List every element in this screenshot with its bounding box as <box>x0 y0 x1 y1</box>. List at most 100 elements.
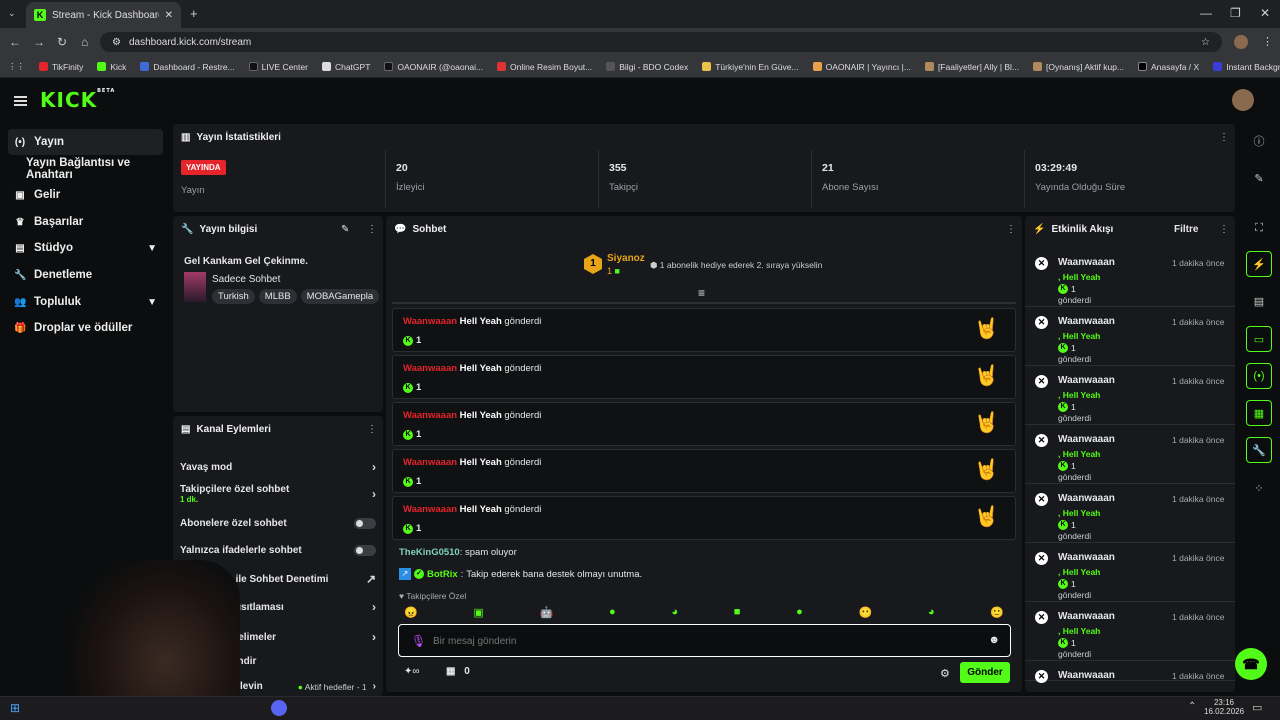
hamburger-menu-icon[interactable] <box>14 96 27 106</box>
tab-search-icon[interactable]: ⌄ <box>8 8 16 19</box>
back-icon[interactable]: ← <box>9 35 21 49</box>
chat-icon[interactable]: ▭ <box>1246 326 1272 352</box>
edit-icon[interactable]: ✎ <box>1246 165 1272 191</box>
discord-icon[interactable] <box>271 700 287 716</box>
notifications-icon[interactable]: ▭ <box>1252 701 1262 714</box>
browser-menu-icon[interactable]: ⋮ <box>1262 35 1273 48</box>
bookmark[interactable]: Instant Background... <box>1213 62 1280 72</box>
profile-avatar[interactable] <box>1234 35 1248 49</box>
emote-icon[interactable]: ◕ <box>928 606 935 619</box>
bookmark[interactable]: ChatGPT <box>321 62 370 72</box>
sidebar-item-studyo[interactable]: ▤ Stüdyo ▼ <box>8 235 163 261</box>
bookmark[interactable]: OAONAIR (@oaonai... <box>384 62 483 72</box>
edit-icon[interactable]: ✎ <box>341 224 349 235</box>
kick-logo[interactable]: KICKBETA <box>40 88 115 112</box>
sidebar-item-topluluk[interactable]: 👥 Topluluk ▼ <box>8 289 163 315</box>
collapse-icon[interactable]: ≡ <box>698 286 705 300</box>
sidebar-item-droplar[interactable]: 🎁 Droplar ve ödüller <box>8 315 163 341</box>
chat-username[interactable]: TheKinG0510 <box>399 547 460 558</box>
bookmark[interactable]: TikFinity <box>39 62 83 72</box>
bookmark[interactable]: LIVE Center <box>248 62 308 72</box>
pinned-user[interactable]: Siyanoz <box>607 253 645 264</box>
forward-icon[interactable]: → <box>33 35 45 49</box>
tag[interactable]: MOBAGamepla <box>300 289 380 304</box>
sidebar-item-basarilar[interactable]: ♛ Başarılar <box>8 209 163 235</box>
event-user[interactable]: Waanwaaan <box>1058 493 1115 504</box>
emotes-only-toggle[interactable] <box>354 545 376 556</box>
event-user[interactable]: Waanwaaan <box>1058 670 1115 681</box>
channel-points-icon[interactable]: ✦∞ <box>404 666 420 677</box>
emote-icon[interactable]: ● <box>796 606 803 619</box>
slow-mode-row[interactable]: Yavaş mod › <box>180 460 376 474</box>
windows-start-icon[interactable]: ⊞ <box>10 701 20 715</box>
bookmark[interactable]: Türkiye'nin En Güve... <box>702 62 799 72</box>
category-name[interactable]: Sadece Sohbet <box>212 274 280 285</box>
sidebar-item-yayin[interactable]: (•) Yayın <box>8 129 163 155</box>
chat-message-input[interactable] <box>433 633 973 649</box>
user-avatar[interactable] <box>1232 89 1254 111</box>
close-window-icon[interactable]: ✕ <box>1260 6 1270 20</box>
bookmark[interactable]: Anasayfa / X <box>1138 62 1199 72</box>
bookmark[interactable]: Bilgi - BDO Codex <box>606 62 688 72</box>
emote-icon[interactable]: 🙂 <box>990 606 1004 619</box>
event-user[interactable]: Waanwaaan <box>1058 552 1115 563</box>
emote-icon[interactable]: ■ <box>734 606 741 619</box>
fullscreen-icon[interactable]: ⛶ <box>1246 215 1272 241</box>
mic-icon[interactable]: 🎙 <box>411 634 426 648</box>
emote-icon[interactable]: 😶 <box>858 606 872 619</box>
sidebar-item-gelir[interactable]: ▣ Gelir <box>8 182 163 208</box>
bookmark[interactable]: [Faaliyetler] Ally | Bl... <box>924 62 1019 72</box>
broadcast-icon[interactable]: (•) <box>1246 363 1272 389</box>
send-button[interactable]: Gönder <box>960 662 1010 683</box>
sidebar-item-stream-key[interactable]: Yayın Bağlantısı ve Anahtarı <box>8 156 163 182</box>
more-icon[interactable]: ⋮ <box>1219 132 1229 143</box>
emote-icon[interactable]: ◕ <box>671 606 678 619</box>
chat-settings-icon[interactable]: ⚙ <box>940 667 950 680</box>
sidebar-item-denetleme[interactable]: 🔧 Denetleme <box>8 262 163 288</box>
info-icon[interactable]: ⓘ <box>1246 128 1272 154</box>
minimize-icon[interactable]: — <box>1200 6 1212 20</box>
event-user[interactable]: Waanwaaan <box>1058 257 1115 268</box>
emote-icon[interactable]: ▣ <box>473 606 483 619</box>
bookmark[interactable]: Online Resim Boyut... <box>497 62 592 72</box>
emote-icon[interactable]: 😠 <box>404 606 418 619</box>
wrench-icon[interactable]: 🔧 <box>1246 437 1272 463</box>
more-icon[interactable]: ⋮ <box>1219 224 1229 235</box>
community-icon[interactable]: ⁘ <box>1246 475 1272 501</box>
emote-icon[interactable]: 🤖 <box>540 606 554 619</box>
chat-input-box[interactable]: 🎙 ☻ <box>398 624 1011 657</box>
more-icon[interactable]: ⋮ <box>1006 224 1016 235</box>
support-chat-icon[interactable]: ☎ <box>1235 648 1267 680</box>
followers-only-row[interactable]: Takipçilere özel sohbet 1 dk. › <box>180 484 376 504</box>
bookmark[interactable]: Dashboard - Restre... <box>140 62 235 72</box>
emote-icon[interactable]: ● <box>609 606 616 619</box>
clock[interactable]: 23:16 16.02.2026 <box>1204 698 1244 716</box>
tray-chevron-icon[interactable]: ⌃ <box>1188 701 1196 712</box>
more-icon[interactable]: ⋮ <box>367 424 377 435</box>
bookmark[interactable]: Kick <box>97 62 126 72</box>
tag[interactable]: Turkish <box>212 289 255 304</box>
browser-tab[interactable]: K Stream - Kick Dashboard ✕ <box>26 2 181 28</box>
bookmark[interactable]: OAONAIR | Yayıncı |... <box>812 62 911 72</box>
restore-icon[interactable]: ❐ <box>1230 6 1241 20</box>
bookmark-star-icon[interactable]: ☆ <box>1201 37 1210 48</box>
home-icon[interactable]: ⌂ <box>81 35 88 49</box>
bookmark[interactable]: [Oynanış] Aktif kup... <box>1033 62 1124 72</box>
apps-icon[interactable]: ⋮⋮ <box>8 61 25 72</box>
address-bar[interactable]: ⚙ dashboard.kick.com/stream ☆ <box>100 32 1222 52</box>
activity-icon[interactable]: ⚡ <box>1246 251 1272 277</box>
new-tab-icon[interactable]: + <box>190 6 198 21</box>
layout-icon[interactable]: ▦ <box>1246 400 1272 426</box>
subs-only-toggle[interactable] <box>354 518 376 529</box>
close-tab-icon[interactable]: ✕ <box>165 10 173 21</box>
filter-button[interactable]: Filtre <box>1174 224 1198 235</box>
reload-icon[interactable]: ↻ <box>57 35 67 49</box>
emoji-picker-icon[interactable]: ☻ <box>988 634 1000 646</box>
site-info-icon[interactable]: ⚙ <box>112 37 121 48</box>
more-icon[interactable]: ⋮ <box>367 224 377 235</box>
chat-username[interactable]: BotRix <box>427 569 458 580</box>
event-user[interactable]: Waanwaaan <box>1058 611 1115 622</box>
notes-icon[interactable]: ▤ <box>1246 288 1272 314</box>
tag[interactable]: MLBB <box>258 289 297 304</box>
event-user[interactable]: Waanwaaan <box>1058 316 1115 327</box>
